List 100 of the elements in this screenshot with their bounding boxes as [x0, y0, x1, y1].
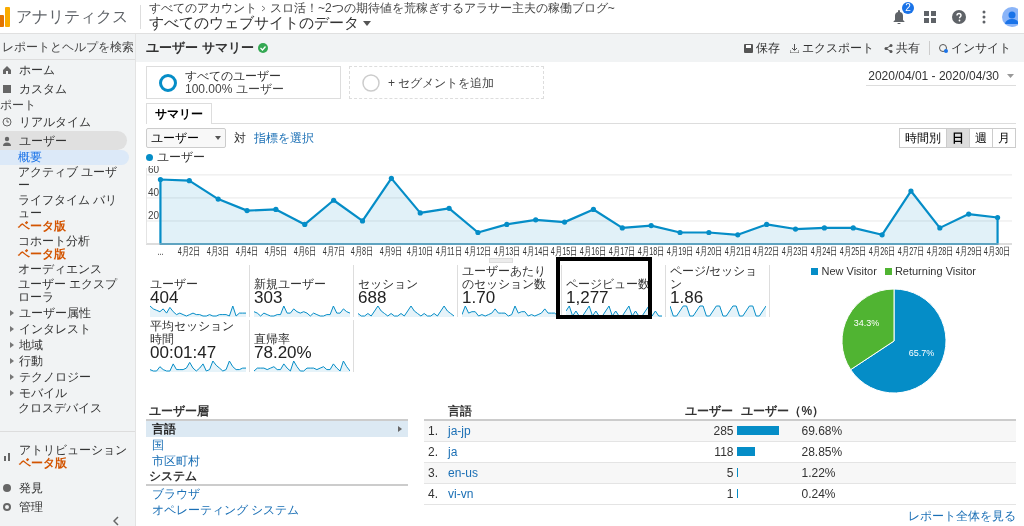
dimension-link[interactable]: 市区町村: [146, 452, 408, 469]
nav-link[interactable]: オーディエンス: [0, 262, 129, 277]
metric-dropdown[interactable]: ユーザー: [146, 128, 226, 148]
metric-value: 1,277: [566, 291, 609, 305]
x-tick-label: 4月14日: [522, 245, 549, 258]
metric-label: 直帰率: [254, 331, 291, 346]
avatar-icon[interactable]: [1002, 6, 1018, 27]
data-point: [706, 229, 712, 236]
data-point: [937, 225, 943, 231]
rank-cell: 2.: [424, 441, 444, 462]
nav-item[interactable]: ユーザー: [0, 131, 127, 150]
percent-text: 0.24%: [797, 483, 1016, 504]
granularity-button[interactable]: 日: [946, 128, 970, 148]
nav-link[interactable]: ユーザー エクスプローラ: [0, 277, 129, 305]
data-point: [850, 225, 856, 231]
granularity-button[interactable]: 月: [992, 128, 1016, 148]
nav-link[interactable]: コホート分析: [18, 235, 125, 248]
toolbar-button[interactable]: エクスポート: [785, 39, 879, 57]
nav-group[interactable]: 行動: [0, 353, 129, 369]
metric-label: ページ/セッション: [670, 265, 759, 291]
nav-item[interactable]: リアルタイム: [0, 112, 127, 131]
data-point: [388, 175, 394, 181]
select-metric-link[interactable]: 指標を選択: [254, 129, 314, 147]
x-tick-label: 4月30日: [984, 245, 1011, 258]
toolbar-button[interactable]: インサイト: [934, 39, 1016, 57]
nav-group[interactable]: テクノロジー: [0, 369, 129, 385]
language-link[interactable]: ja-jp: [448, 423, 471, 438]
caret-icon: [215, 136, 221, 140]
data-point: [792, 226, 799, 232]
data-point: [735, 232, 741, 238]
more-icon[interactable]: [982, 9, 986, 24]
x-tick-label: 4月7日: [322, 245, 345, 258]
nav-group[interactable]: インタレスト: [0, 321, 129, 337]
language-link[interactable]: vi-vn: [448, 486, 474, 501]
language-link[interactable]: ja: [448, 444, 458, 459]
caret-icon: [10, 310, 14, 316]
nav-item[interactable]: カスタム: [0, 79, 127, 98]
data-point: [504, 221, 510, 227]
segment-detail: 100.00% ユーザー: [185, 83, 284, 95]
data-point: [302, 221, 308, 227]
granularity-button[interactable]: 時間別: [899, 128, 947, 148]
caret-icon: [10, 374, 14, 380]
apps-icon[interactable]: [924, 10, 936, 23]
nav-link[interactable]: 概要: [0, 150, 129, 165]
legend-label: New Visitor: [821, 264, 877, 279]
nav-item[interactable]: 発見: [0, 478, 127, 497]
y-tick-label: 20: [148, 209, 160, 221]
dimension-link[interactable]: ブラウザ: [146, 485, 408, 502]
segment-card[interactable]: すべてのユーザー 100.00% ユーザー: [146, 66, 341, 99]
nav-link[interactable]: クロスデバイス: [0, 401, 129, 416]
granularity-button[interactable]: 週: [969, 128, 993, 148]
search-field[interactable]: レポートとヘルプを検索: [0, 34, 135, 60]
add-segment-button[interactable]: + セグメントを追加: [349, 66, 544, 99]
data-point: [244, 208, 250, 214]
tab[interactable]: サマリー: [146, 103, 212, 124]
data-point: [908, 188, 914, 194]
chevron-icon: [261, 4, 266, 12]
legend-label: ユーザー: [157, 149, 205, 166]
chart-resize-handle[interactable]: [489, 258, 513, 263]
x-tick-label: 4月9日: [380, 245, 403, 258]
collapse-icon[interactable]: [113, 516, 119, 526]
full-report-link[interactable]: レポート全体を見る: [908, 508, 1016, 523]
breadcrumb-link[interactable]: スロ活！~2つの期待値を荒稼ぎするアラサー主夫の稼働ブログ~: [270, 1, 615, 15]
nav-link[interactable]: ライフタイム バリュー: [18, 194, 125, 220]
x-tick-label: 4月20日: [695, 245, 723, 258]
metric-label: ユーザーあたりのセッション数: [462, 265, 547, 291]
bell-icon: [893, 9, 905, 24]
caret-icon: [10, 342, 14, 348]
language-link[interactable]: en-us: [448, 465, 479, 480]
dimension-link[interactable]: オペレーティング システム: [146, 501, 408, 518]
percent-text: 1.22%: [797, 462, 1016, 483]
nav-item[interactable]: ホーム: [0, 60, 127, 79]
x-tick-label: 4月24日: [811, 245, 838, 258]
toolbar-button[interactable]: 共有: [879, 39, 925, 57]
y-tick-label: 60: [148, 166, 160, 175]
verified-icon: [257, 43, 268, 53]
nav-link[interactable]: アトリビューション: [19, 444, 127, 457]
nav-group[interactable]: モバイル: [0, 385, 129, 401]
nav-item[interactable]: 管理: [0, 497, 127, 516]
data-point: [186, 178, 192, 184]
date-range-picker[interactable]: 2020/04/01 - 2020/04/30: [866, 66, 1016, 86]
y-tick-label: 40: [148, 186, 160, 198]
metric-value: 688: [358, 291, 387, 305]
dimension-link[interactable]: 国: [146, 436, 408, 453]
toolbar-button[interactable]: 保存: [739, 39, 785, 57]
beta-label: ベータ版: [19, 457, 68, 470]
metric-value: 1.70: [462, 291, 497, 305]
data-point: [331, 197, 337, 203]
metric-value: 1.86: [670, 291, 705, 305]
x-tick-label: 4月22日: [753, 245, 780, 258]
nav-link[interactable]: アクティブ ユーザー: [0, 165, 129, 193]
property-selector[interactable]: すべてのウェブサイトのデータ: [149, 14, 615, 32]
data-point: [590, 206, 597, 213]
rank-cell: 1.: [424, 419, 444, 441]
nav-group[interactable]: ユーザー属性: [0, 305, 129, 321]
logo-icon: [0, 6, 10, 27]
breadcrumb-link[interactable]: すべてのアカウント: [149, 1, 257, 15]
dot-icon: [2, 482, 12, 493]
help-icon[interactable]: [952, 9, 966, 24]
nav-group[interactable]: 地域: [0, 337, 129, 353]
